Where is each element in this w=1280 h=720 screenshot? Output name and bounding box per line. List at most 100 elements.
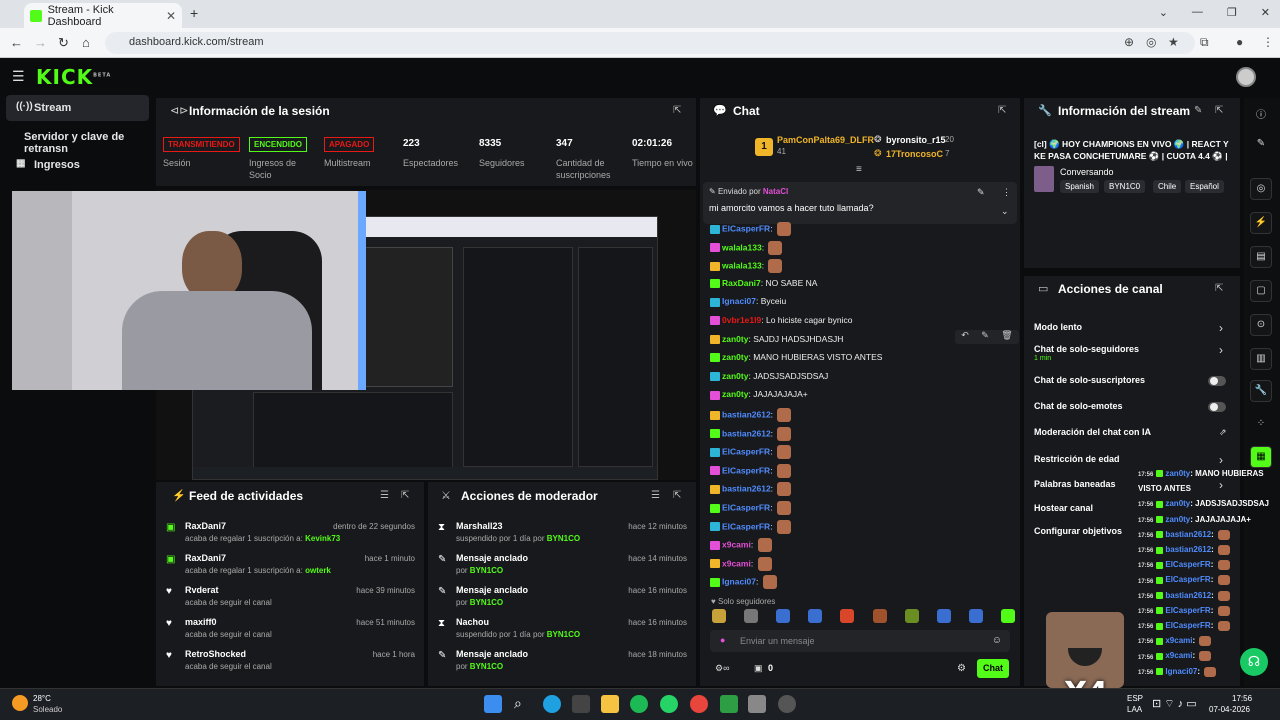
chevron-right-icon[interactable]: › <box>1219 321 1223 335</box>
clock-time[interactable]: 17:56 <box>1232 694 1252 703</box>
store-icon[interactable] <box>572 695 590 713</box>
expand-icon[interactable]: ⇱ <box>673 105 681 116</box>
tab-search-icon[interactable]: ⌄ <box>1159 6 1168 19</box>
chrome-icon[interactable] <box>690 695 708 713</box>
mod-action-title[interactable]: Mensaje anclado <box>456 585 528 595</box>
chat-username[interactable]: walala133 <box>722 242 762 252</box>
chat-username[interactable]: ElCasperFR <box>722 446 770 456</box>
filter-icon[interactable]: ☰ <box>651 490 660 501</box>
edge-icon[interactable] <box>543 695 561 713</box>
browser-tab[interactable]: Stream - Kick Dashboard ✕ <box>24 3 182 28</box>
mod-action-title[interactable]: Mensaje anclado <box>456 649 528 659</box>
chat-message[interactable]: zan0ty: SAJDJ HADSJHDASJH <box>710 334 843 348</box>
emote-icon[interactable] <box>776 609 791 623</box>
mod-by[interactable]: BYN1CO <box>470 598 503 607</box>
chat-input[interactable]: ● Enviar un mensaje ☺ <box>710 630 1010 652</box>
spotify-icon[interactable] <box>630 695 648 713</box>
app-icon[interactable] <box>748 695 766 713</box>
feed-user[interactable]: RetroShocked <box>185 649 246 659</box>
bolt-icon[interactable]: ⚡ <box>1250 212 1272 234</box>
menu-icon[interactable]: ⋮ <box>1262 35 1274 49</box>
kick-logo[interactable]: KICKBETA <box>36 65 111 89</box>
filter-icon[interactable]: ☰ <box>380 490 389 501</box>
stream-tag[interactable]: Chile <box>1153 180 1182 193</box>
expand-icon[interactable]: ⇱ <box>673 490 681 501</box>
channel-action-label[interactable]: Chat de solo-suscriptores <box>1034 375 1145 385</box>
pin-icon[interactable]: ✎ <box>977 187 985 198</box>
channel-action-label[interactable]: Chat de solo-emotes <box>1034 401 1123 411</box>
channel-action-label[interactable]: Hostear canal <box>1034 503 1093 513</box>
apps-icon[interactable]: ⁘ <box>1250 414 1272 436</box>
emote-icon[interactable] <box>968 609 983 623</box>
chat-message[interactable]: bastian2612: <box>710 426 792 441</box>
chat-username[interactable]: x9cami <box>722 558 751 568</box>
tool-icon[interactable]: 🔧 <box>1250 380 1272 402</box>
emote-icon[interactable] <box>936 609 951 623</box>
chat-message[interactable]: bastian2612: <box>710 408 792 422</box>
sidebar-item-ingresos[interactable]: ▦ Ingresos <box>6 152 149 178</box>
minimize-icon[interactable]: — <box>1192 6 1203 19</box>
third-gifter-name[interactable]: 17TroncosoC <box>886 149 943 159</box>
chat-username[interactable]: 0vbr1e1l9 <box>722 315 761 325</box>
stream-tag[interactable]: Spanish <box>1060 180 1099 193</box>
chat-username[interactable]: Ignaci07 <box>722 577 756 587</box>
system-tray-icons[interactable]: ⊡ ⌔ ♪ ▭ <box>1152 697 1197 711</box>
mod-by[interactable]: BYN1CO <box>547 630 580 639</box>
reply-icon[interactable]: ↶ <box>961 330 969 344</box>
chat-message[interactable]: walala133: <box>710 259 783 274</box>
mod-action-title[interactable]: Marshall23 <box>456 521 503 531</box>
broadcast-icon[interactable]: ⊙ <box>1250 314 1272 336</box>
user-avatar[interactable] <box>1236 67 1256 87</box>
chat-send-button[interactable]: Chat <box>977 659 1009 678</box>
chat-message[interactable]: x9cami: <box>710 556 772 571</box>
chat-username[interactable]: bastian2612 <box>722 484 771 494</box>
feed-user[interactable]: RaxDani7 <box>185 521 226 531</box>
server-icon[interactable]: ▥ <box>1250 348 1272 370</box>
chat-message[interactable]: bastian2612: <box>710 482 792 497</box>
feed-target[interactable]: owterk <box>305 566 331 575</box>
sidebar-item-stream[interactable]: ((·)) Stream <box>6 95 149 121</box>
feed-target[interactable]: Kevink73 <box>305 534 340 543</box>
chat-username[interactable]: ElCasperFR <box>722 465 770 475</box>
url-input[interactable]: dashboard.kick.com/stream <box>105 32 1195 54</box>
chat-icon[interactable]: ▢ <box>1250 280 1272 302</box>
zoom-icon[interactable]: ⊕ <box>1124 35 1134 49</box>
chat-username[interactable]: zan0ty <box>722 352 748 362</box>
emote-icon[interactable] <box>744 609 759 623</box>
channel-action-label[interactable]: Restricción de edad <box>1034 454 1120 464</box>
chat-username[interactable]: zan0ty <box>722 371 748 381</box>
more-icon[interactable]: ⋮ <box>1002 187 1011 198</box>
chat-message[interactable]: zan0ty: MANO HUBIERAS VISTO ANTES <box>710 352 882 366</box>
star-icon[interactable]: ★ <box>1168 35 1179 49</box>
feed-user[interactable]: RaxDani7 <box>185 553 226 563</box>
chat-username[interactable]: bastian2612 <box>722 428 771 438</box>
feed-user[interactable]: Rvderat <box>185 585 219 595</box>
chat-message[interactable]: 0vbr1e1l9: Lo hiciste cagar bynico <box>710 315 852 329</box>
pin-icon[interactable]: ✎ <box>981 330 989 344</box>
external-link-icon[interactable]: ⇗ <box>1219 427 1227 438</box>
xbox-icon[interactable] <box>720 695 738 713</box>
sidebar-item-server-key[interactable]: Servidor y clave de retransn <box>6 124 149 155</box>
close-tab-icon[interactable]: ✕ <box>166 9 176 23</box>
back-icon[interactable]: ← <box>10 35 23 50</box>
chat-username[interactable]: walala133 <box>722 260 762 270</box>
emote-icon[interactable] <box>712 609 726 623</box>
document-icon[interactable]: ▤ <box>1250 246 1272 268</box>
expand-icon[interactable]: ⇱ <box>1215 283 1223 294</box>
stream-tag[interactable]: Español <box>1185 180 1224 193</box>
channel-action-label[interactable]: Moderación del chat con IA <box>1034 427 1151 437</box>
mod-by[interactable]: BYN1CO <box>470 662 503 671</box>
channel-action-label[interactable]: Chat de solo-seguidores <box>1034 344 1139 354</box>
chat-message[interactable]: ElCasperFR: <box>710 519 791 534</box>
windows-start-icon[interactable] <box>484 695 502 713</box>
chevron-right-icon[interactable]: › <box>1219 478 1223 492</box>
feed-user[interactable]: maxiff0 <box>185 617 217 627</box>
channel-action-label[interactable]: Palabras baneadas <box>1034 479 1116 489</box>
target-icon[interactable]: ◎ <box>1250 178 1272 200</box>
chat-username[interactable]: zan0ty <box>722 389 748 399</box>
toggle-switch[interactable] <box>1208 376 1226 386</box>
chat-username[interactable]: Ignaci07 <box>722 296 756 306</box>
chat-message[interactable]: ElCasperFR: <box>710 222 791 236</box>
chat-message[interactable]: x9cami: <box>710 538 772 553</box>
chat-message[interactable]: walala133: <box>710 240 783 255</box>
